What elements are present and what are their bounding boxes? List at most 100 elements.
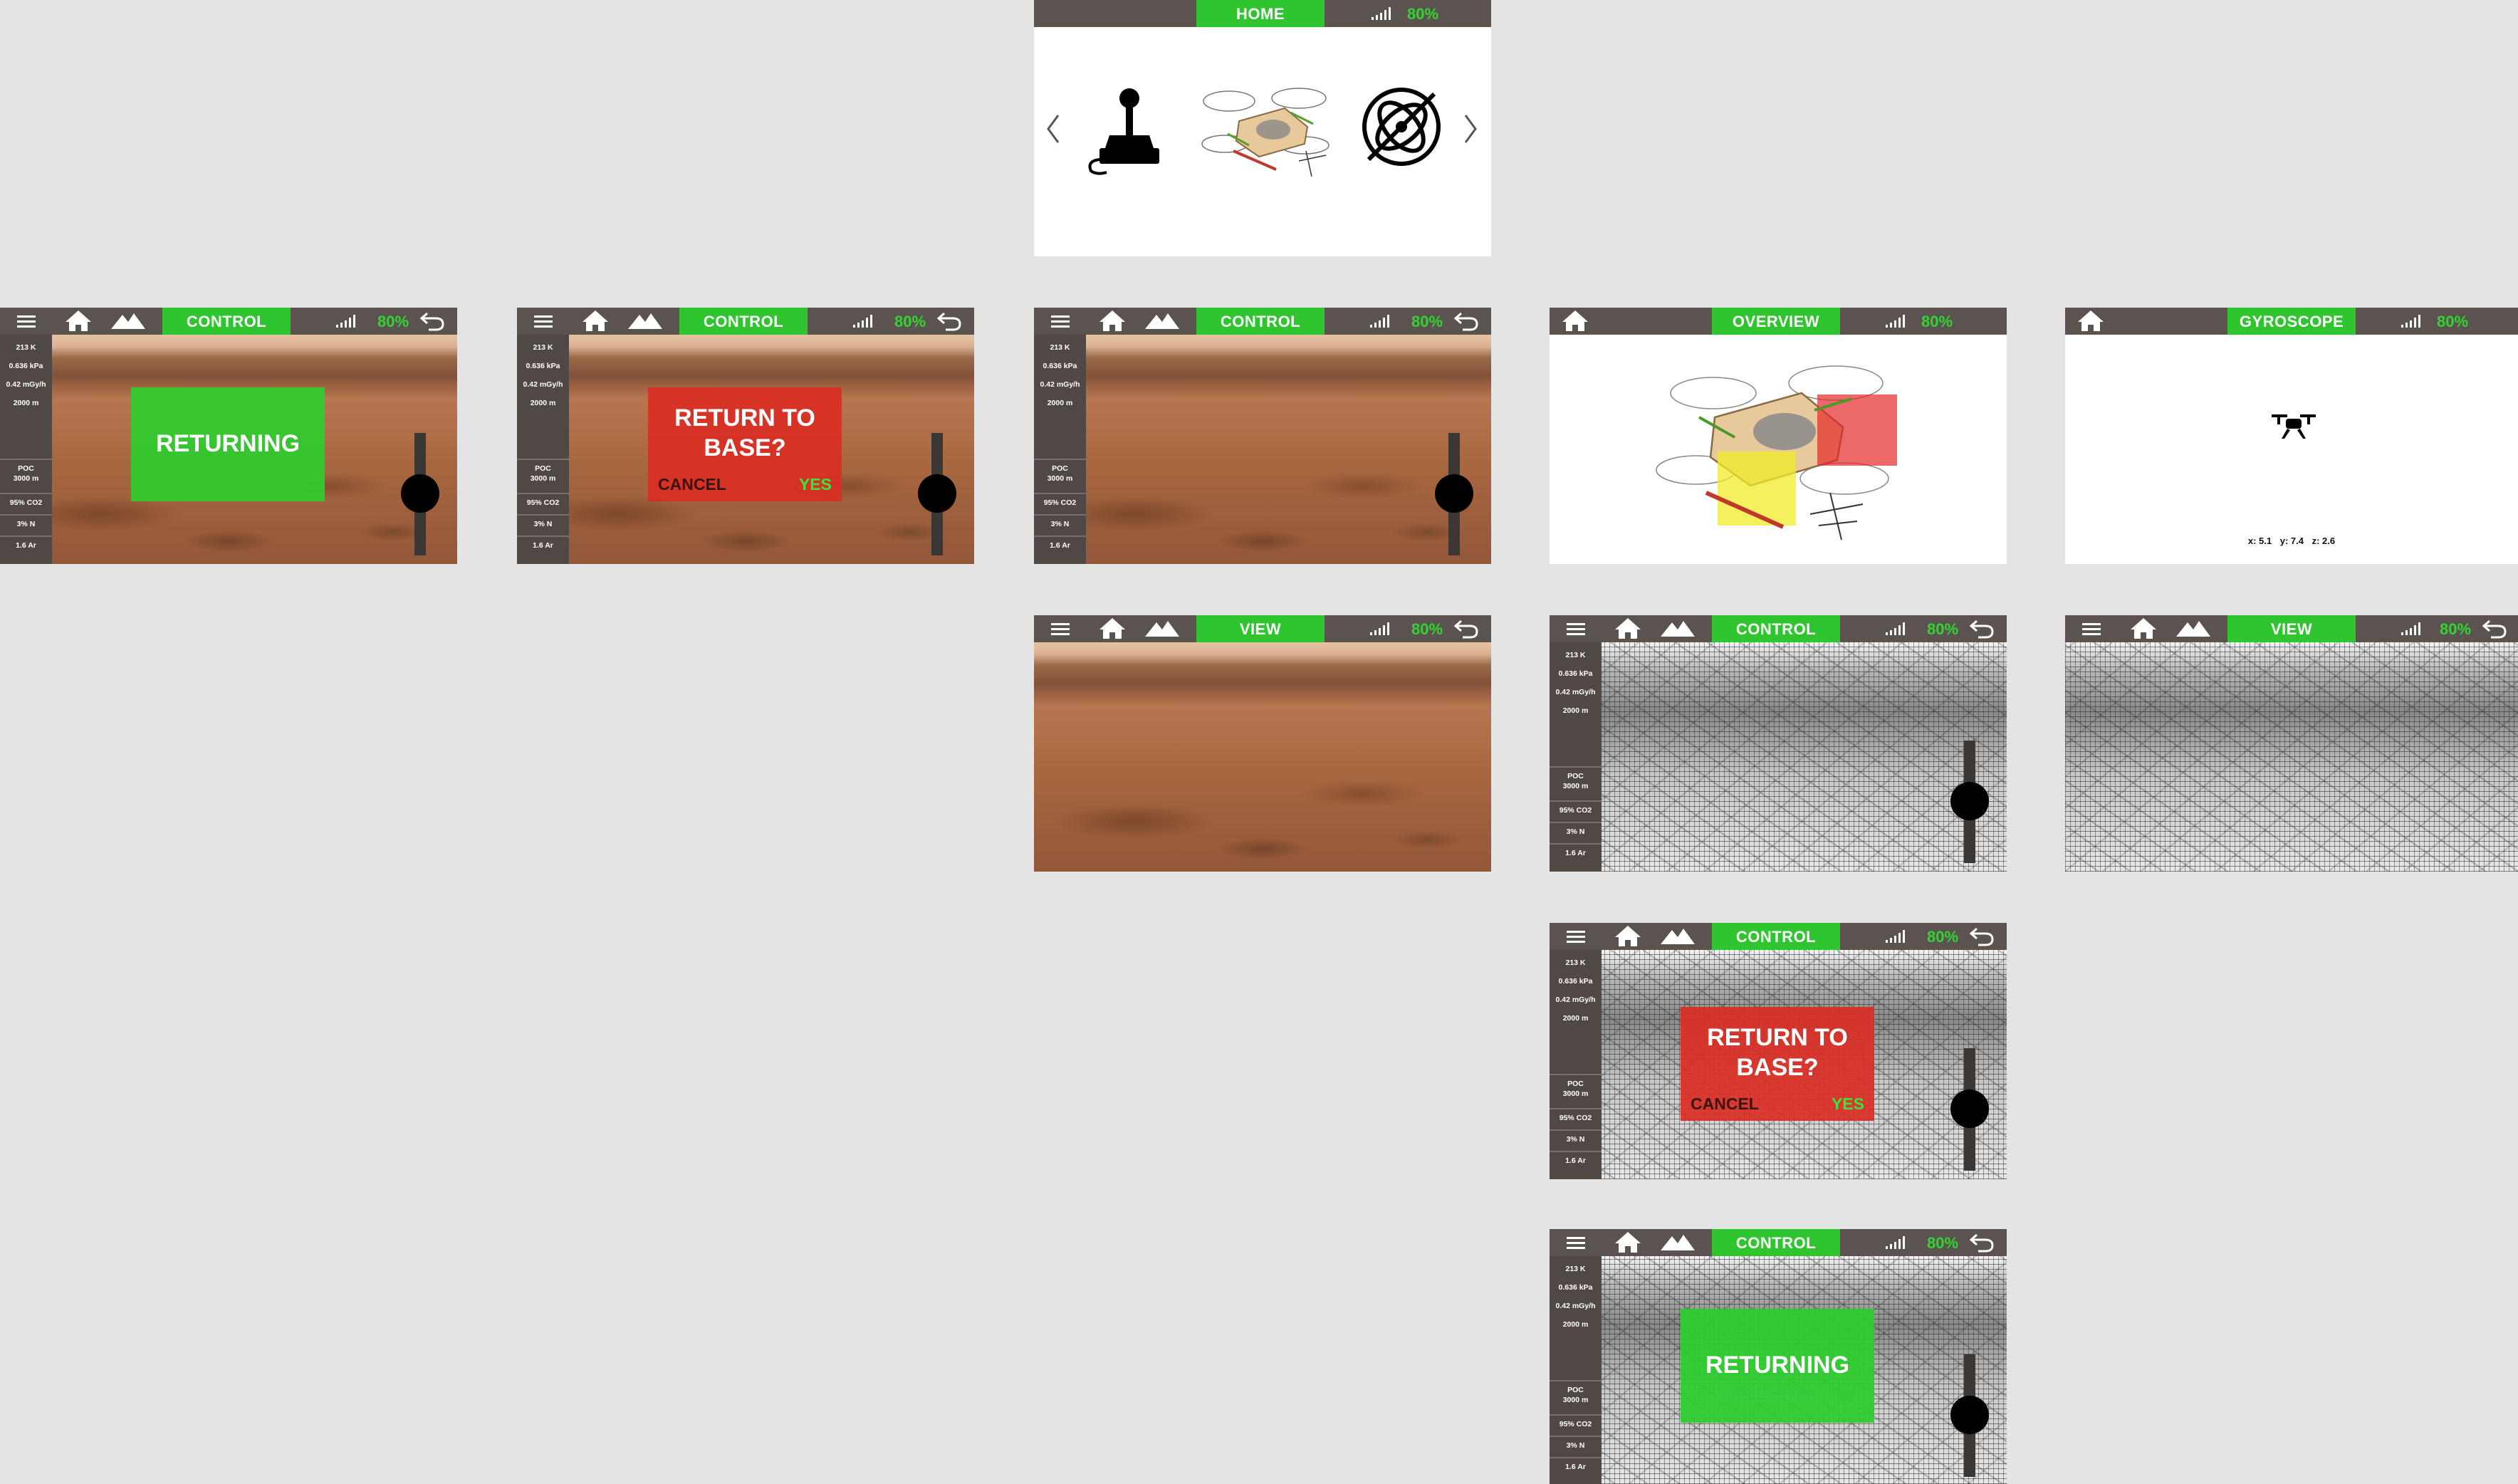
home-icon[interactable] <box>1097 615 1128 642</box>
altitude-value: 2000 m <box>530 399 556 407</box>
altitude-slider-knob[interactable] <box>1435 474 1473 513</box>
argon-value: 1.6 Ar <box>1550 843 1602 857</box>
gyroscope-icon[interactable] <box>1359 84 1444 169</box>
drone-overview-image <box>1656 365 1897 540</box>
home-icon[interactable] <box>1612 923 1644 950</box>
back-icon[interactable] <box>2481 615 2509 642</box>
terrain-icon[interactable] <box>1659 923 1696 950</box>
poc-label: POC <box>1550 1380 1602 1394</box>
control-screen-wireframe-return-dialog: CONTROL 80% 213 K 0.636 kPa 0.42 mGy/h 2… <box>1550 923 2007 1179</box>
pressure-value: 0.636 kPa <box>1558 669 1593 678</box>
return-message-line1: RETURN TO <box>674 404 815 432</box>
top-bar: CONTROL 80% <box>1550 923 2007 950</box>
home-icon[interactable] <box>1612 615 1644 642</box>
home-icon[interactable] <box>1612 1229 1644 1256</box>
back-icon[interactable] <box>1968 1229 1997 1256</box>
battery-level: 80% <box>1411 313 1443 330</box>
home-icon[interactable] <box>63 308 94 335</box>
yes-button[interactable]: YES <box>1832 1094 1864 1114</box>
back-icon[interactable] <box>419 308 447 335</box>
poc-value: 3000 m <box>1562 782 1589 790</box>
poc-label: POC <box>517 459 569 473</box>
menu-icon[interactable] <box>528 308 557 335</box>
menu-icon[interactable] <box>1561 923 1589 950</box>
control-screen-return-dialog: CONTROL 80% 213 K 0.636 kPa 0.42 mGy/h 2… <box>517 308 974 564</box>
terrain-icon[interactable] <box>1659 1229 1696 1256</box>
altitude-slider-knob[interactable] <box>1950 1090 1989 1128</box>
drone-model-image[interactable] <box>1199 77 1330 184</box>
sensor-panel: 213 K 0.636 kPa 0.42 mGy/h 2000 m POC 30… <box>1550 642 1602 872</box>
nitrogen-value: 3% N <box>1550 1436 1602 1450</box>
battery-level: 80% <box>377 313 409 330</box>
altitude-value: 2000 m <box>1562 1320 1589 1329</box>
terrain-icon[interactable] <box>1659 615 1696 642</box>
altitude-value: 2000 m <box>1047 399 1073 407</box>
poc-value: 3000 m <box>1562 1396 1589 1404</box>
top-bar: HOME 80% <box>1034 0 1491 27</box>
pressure-value: 0.636 kPa <box>526 362 560 370</box>
return-message-line2: BASE? <box>704 434 786 461</box>
terrain-icon[interactable] <box>110 308 147 335</box>
view-screen-camera: VIEW 80% <box>1034 615 1491 872</box>
control-screen-wireframe-returning: CONTROL 80% 213 K 0.636 kPa 0.42 mGy/h 2… <box>1550 1229 2007 1484</box>
gyroscope-screen: GYROSCOPE 80% x: 5.1 y: 7.4 z: 2.6 <box>2065 308 2518 564</box>
returning-dialog: RETURNING <box>131 387 325 501</box>
altitude-slider-knob[interactable] <box>1950 1396 1989 1434</box>
menu-icon[interactable] <box>1045 615 1074 642</box>
co2-value: 95% CO2 <box>1550 800 1602 815</box>
chevron-left-icon[interactable] <box>1044 113 1062 145</box>
top-bar: CONTROL 80% <box>517 308 974 335</box>
sensor-panel: 213 K 0.636 kPa 0.42 mGy/h 2000 m POC 30… <box>0 335 52 564</box>
nitrogen-value: 3% N <box>517 514 569 528</box>
battery-level: 80% <box>1921 313 1953 330</box>
altitude-slider-knob[interactable] <box>401 474 439 513</box>
cancel-button[interactable]: CANCEL <box>658 475 726 494</box>
back-icon[interactable] <box>936 308 964 335</box>
camera-feed <box>1034 335 1491 564</box>
poc-label: POC <box>0 459 52 473</box>
top-bar: VIEW 80% <box>2065 615 2518 642</box>
home-icon[interactable] <box>1560 308 1591 335</box>
terrain-icon[interactable] <box>2175 615 2212 642</box>
home-icon[interactable] <box>1097 308 1128 335</box>
top-bar: OVERVIEW 80% <box>1550 308 2007 335</box>
joystick-icon[interactable] <box>1085 83 1168 175</box>
screen-title: VIEW <box>2227 615 2356 642</box>
menu-icon[interactable] <box>2076 615 2105 642</box>
home-icon[interactable] <box>2075 308 2106 335</box>
altitude-value: 2000 m <box>13 399 39 407</box>
pressure-value: 0.636 kPa <box>9 362 43 370</box>
yes-button[interactable]: YES <box>799 475 832 494</box>
return-message: RETURN TO BASE? <box>648 403 842 463</box>
terrain-icon[interactable] <box>1144 615 1181 642</box>
menu-icon[interactable] <box>1045 308 1074 335</box>
home-icon[interactable] <box>2128 615 2159 642</box>
back-icon[interactable] <box>1453 615 1481 642</box>
temperature-value: 213 K <box>533 343 553 352</box>
back-icon[interactable] <box>1968 615 1997 642</box>
argon-value: 1.6 Ar <box>0 535 52 550</box>
back-icon[interactable] <box>1453 308 1481 335</box>
back-icon[interactable] <box>1968 923 1997 950</box>
chevron-right-icon[interactable] <box>1461 113 1480 145</box>
poc-value: 3000 m <box>1562 1090 1589 1098</box>
home-icon[interactable] <box>580 308 611 335</box>
altitude-slider-knob[interactable] <box>918 474 956 513</box>
menu-icon[interactable] <box>1561 615 1589 642</box>
screen-title: CONTROL <box>1196 308 1325 335</box>
terrain-wireframe <box>1550 642 2007 872</box>
argon-value: 1.6 Ar <box>1550 1151 1602 1165</box>
radiation-value: 0.42 mGy/h <box>1555 996 1596 1004</box>
returning-message: RETURNING <box>1705 1352 1850 1379</box>
argon-value: 1.6 Ar <box>1550 1457 1602 1471</box>
co2-value: 95% CO2 <box>1550 1414 1602 1428</box>
terrain-icon[interactable] <box>627 308 664 335</box>
menu-icon[interactable] <box>11 308 40 335</box>
terrain-icon[interactable] <box>1144 308 1181 335</box>
altitude-slider-knob[interactable] <box>1950 782 1989 820</box>
poc-value: 3000 m <box>1047 474 1073 483</box>
signal-icon <box>1370 315 1389 328</box>
cancel-button[interactable]: CANCEL <box>1691 1094 1759 1114</box>
menu-icon[interactable] <box>1561 1229 1589 1256</box>
battery-level: 80% <box>2440 620 2472 638</box>
